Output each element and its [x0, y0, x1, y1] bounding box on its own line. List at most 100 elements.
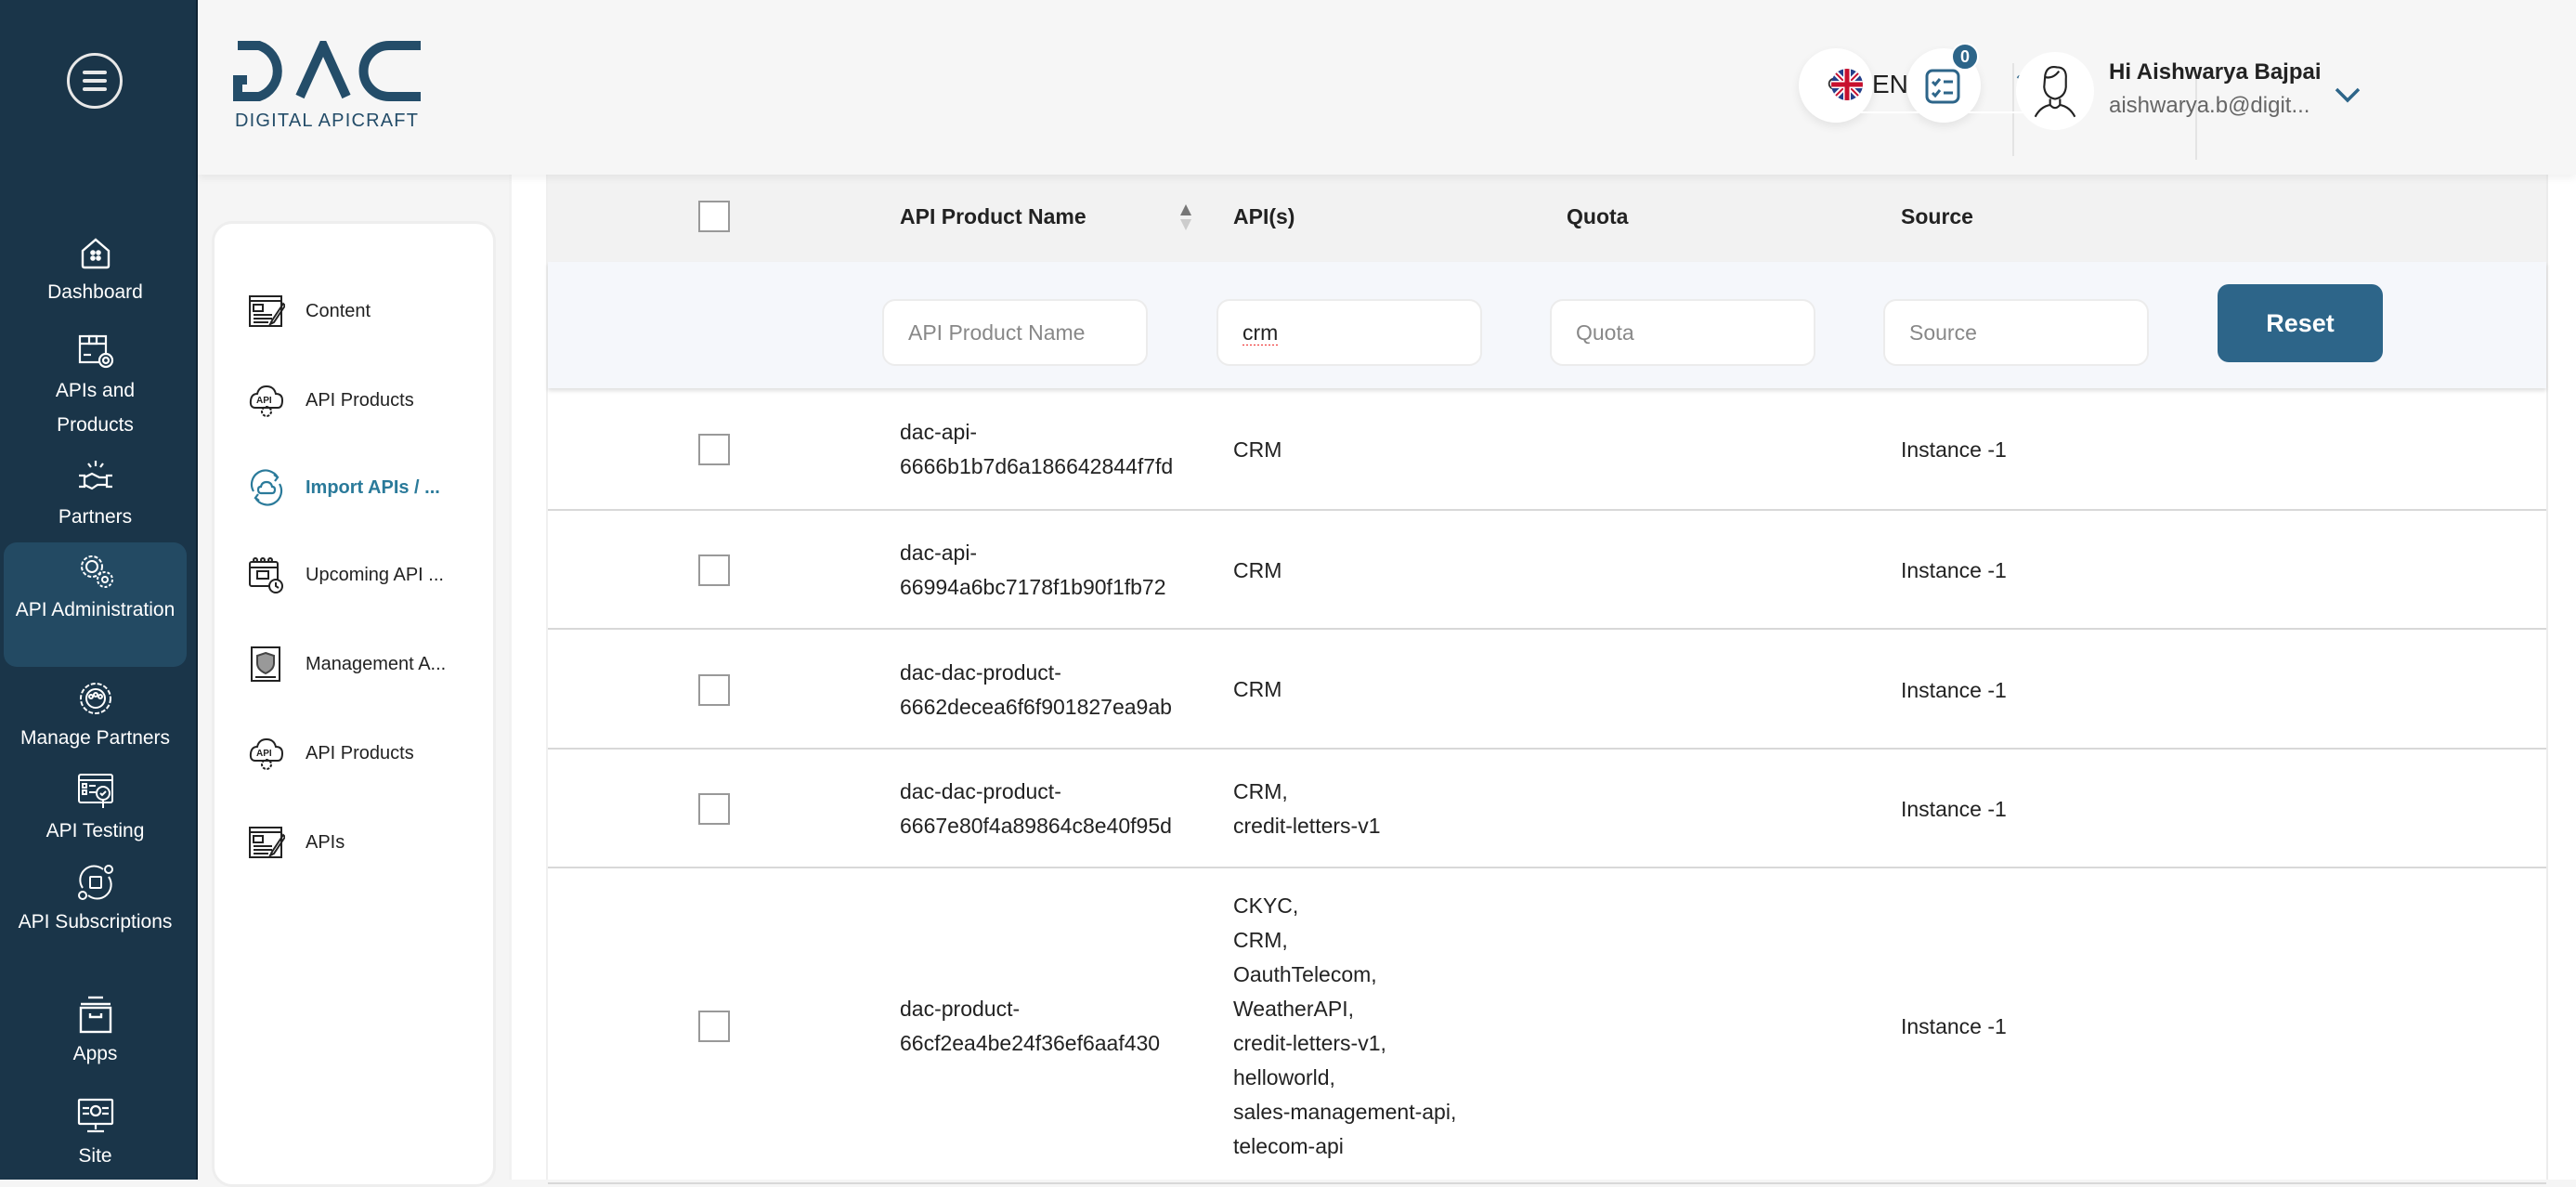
cell-apis-line: WeatherAPI,	[1233, 997, 1354, 1021]
table-row[interactable]: dac-api- 6666b1b7d6a186642844f7fd CRM Insta…	[548, 388, 2546, 511]
subnav-label: API Products	[306, 742, 414, 763]
cell-apis: CKYC, CRM, OauthTelecom, WeatherAPI, credit-…	[1233, 889, 1456, 1164]
nav-apis-and-products[interactable]: APIs and Products	[4, 331, 187, 442]
manage-partners-icon	[75, 678, 116, 719]
hamburger-menu-icon[interactable]	[67, 53, 123, 109]
cell-source: Instance -1	[1901, 677, 2007, 702]
nav-label: APIs and Products	[55, 380, 136, 436]
left-sidebar: Dashboard APIs and Products Partners API…	[0, 0, 198, 1180]
nav-label: API Administration	[15, 599, 176, 620]
cell-source: Instance -1	[1901, 797, 2007, 821]
subnav-label: API Products	[306, 389, 414, 411]
apis-products-icon	[75, 331, 116, 372]
api-products-icon: API	[249, 737, 284, 770]
cell-product-name-line: dac-api-	[900, 420, 978, 444]
cell-product-name-line: 66994a6bc7178f1b90f1fb72	[900, 575, 1166, 599]
subnav-label: Upcoming API ...	[306, 564, 444, 585]
column-header-quota[interactable]: Quota	[1567, 204, 1628, 229]
import-apis-icon	[250, 469, 283, 506]
uk-flag-icon	[1831, 69, 1863, 100]
cell-apis: CRM	[1233, 672, 1281, 707]
row-checkbox[interactable]	[698, 673, 730, 706]
subnav-label: APIs	[306, 831, 345, 853]
filter-name-input[interactable]	[882, 299, 1148, 366]
table-row[interactable]: dac-api- 66994a6bc7178f1b90f1fb72 CRM Insta…	[548, 511, 2546, 630]
filter-apis-input[interactable]	[1216, 299, 1482, 366]
cell-product-name-line: dac-api-	[900, 541, 978, 565]
user-greeting: Hi Aishwarya Bajpai	[2109, 59, 2322, 85]
nav-partners[interactable]: Partners	[4, 457, 187, 534]
nav-api-administration[interactable]: API Administration	[4, 542, 187, 667]
subnav-label: Content	[306, 300, 371, 321]
cell-apis-line: CRM,	[1233, 779, 1288, 803]
row-checkbox[interactable]	[698, 793, 730, 825]
nav-api-testing[interactable]: API Testing	[4, 771, 187, 848]
subnav-import-apis[interactable]: Import APIs / ...	[248, 469, 440, 506]
nav-label: Site	[78, 1145, 112, 1167]
cell-product-name-line: 6666b1b7d6a186642844f7fd	[900, 454, 1174, 478]
cell-apis-line: CRM	[1233, 557, 1282, 582]
cell-product-name: dac-api- 66994a6bc7178f1b90f1fb72	[900, 536, 1166, 605]
cell-product-name-line: dac-product-	[900, 997, 1021, 1021]
column-header-source[interactable]: Source	[1901, 204, 1973, 229]
content-icon	[249, 295, 285, 327]
dac-logo[interactable]: DIGITAL APICRAFT	[233, 33, 428, 134]
cell-product-name-line: dac-dac-product-	[900, 779, 1061, 803]
user-menu-chevron-icon[interactable]	[2334, 85, 2361, 104]
api-products-table: API Product Name API(s) Quota Source Res…	[546, 175, 2548, 1184]
table-row[interactable]: dac-product- 66cf2ea4be24f36ef6aaf430 CKYC…	[548, 868, 2546, 1184]
subnav-api-products-2[interactable]: API API Products	[248, 735, 414, 772]
nav-apps[interactable]: Apps	[4, 994, 187, 1071]
nav-manage-partners[interactable]: Manage Partners	[4, 678, 187, 755]
row-checkbox[interactable]	[698, 1011, 730, 1042]
filter-row: Reset	[548, 262, 2546, 388]
sort-icon[interactable]	[1179, 202, 1192, 232]
upcoming-api-icon	[249, 557, 283, 594]
logo-subtitle: DIGITAL APICRAFT	[235, 111, 419, 131]
row-checkbox[interactable]	[698, 434, 730, 465]
nav-label: Partners	[58, 506, 133, 528]
cell-apis: CRM, credit-letters-v1	[1233, 775, 1380, 843]
table-row[interactable]: dac-dac-product- 6662decea6f6f901827ea9ab…	[548, 630, 2546, 750]
svg-text:API: API	[256, 749, 272, 759]
cell-apis: CRM	[1233, 554, 1281, 588]
cell-apis: CRM	[1233, 433, 1281, 467]
cell-apis-line: CRM	[1233, 437, 1282, 462]
reset-button[interactable]: Reset	[2218, 284, 2383, 362]
row-checkbox[interactable]	[698, 554, 730, 586]
nav-label: API Testing	[46, 820, 145, 841]
cell-product-name-line: 6662decea6f6f901827ea9ab	[900, 694, 1172, 719]
cell-apis-line: credit-letters-v1	[1233, 814, 1381, 838]
column-header-name[interactable]: API Product Name	[900, 204, 1086, 229]
user-avatar[interactable]	[2016, 52, 2094, 130]
cell-product-name-line: dac-dac-product-	[900, 659, 1061, 685]
subnav-management[interactable]: Management A...	[248, 646, 446, 683]
cell-apis-line: credit-letters-v1,	[1233, 1031, 1386, 1055]
table-row[interactable]: dac-dac-product- 6667e80f4a89864c8e40f95d…	[548, 750, 2546, 868]
table-header-row: API Product Name API(s) Quota Source	[548, 175, 2546, 262]
subnav-content[interactable]: Content	[248, 293, 371, 330]
cell-source: Instance -1	[1901, 558, 2007, 582]
column-header-apis[interactable]: API(s)	[1233, 204, 1295, 229]
nav-site[interactable]: Site	[4, 1096, 187, 1173]
subnav-api-products[interactable]: API API Products	[248, 382, 414, 419]
nav-label: API Subscriptions	[18, 911, 173, 933]
nav-dashboard[interactable]: Dashboard	[4, 232, 187, 309]
select-all-checkbox[interactable]	[698, 201, 730, 232]
cell-source: Instance -1	[1901, 437, 2007, 462]
nav-api-subscriptions[interactable]: API Subscriptions	[4, 862, 187, 939]
filter-source-input[interactable]	[1883, 299, 2149, 366]
subnav-upcoming-api[interactable]: Upcoming API ...	[248, 556, 444, 594]
svg-text:API: API	[256, 396, 272, 406]
cell-apis-line: helloworld,	[1233, 1065, 1335, 1089]
subnav-apis[interactable]: APIs	[248, 824, 345, 861]
user-email: aishwarya.b@digit...	[2109, 93, 2310, 118]
cell-product-name: dac-dac-product- 6662decea6f6f901827ea9ab	[900, 656, 1172, 724]
cell-product-name-line: 66cf2ea4be24f36ef6aaf430	[900, 1031, 1161, 1055]
cell-product-name: dac-product- 66cf2ea4be24f36ef6aaf430	[900, 992, 1160, 1061]
apps-icon	[75, 994, 116, 1035]
site-icon	[75, 1096, 116, 1137]
api-testing-icon	[75, 771, 116, 812]
filter-quota-input[interactable]	[1550, 299, 1815, 366]
language-selector[interactable]: EN	[1831, 58, 2045, 113]
